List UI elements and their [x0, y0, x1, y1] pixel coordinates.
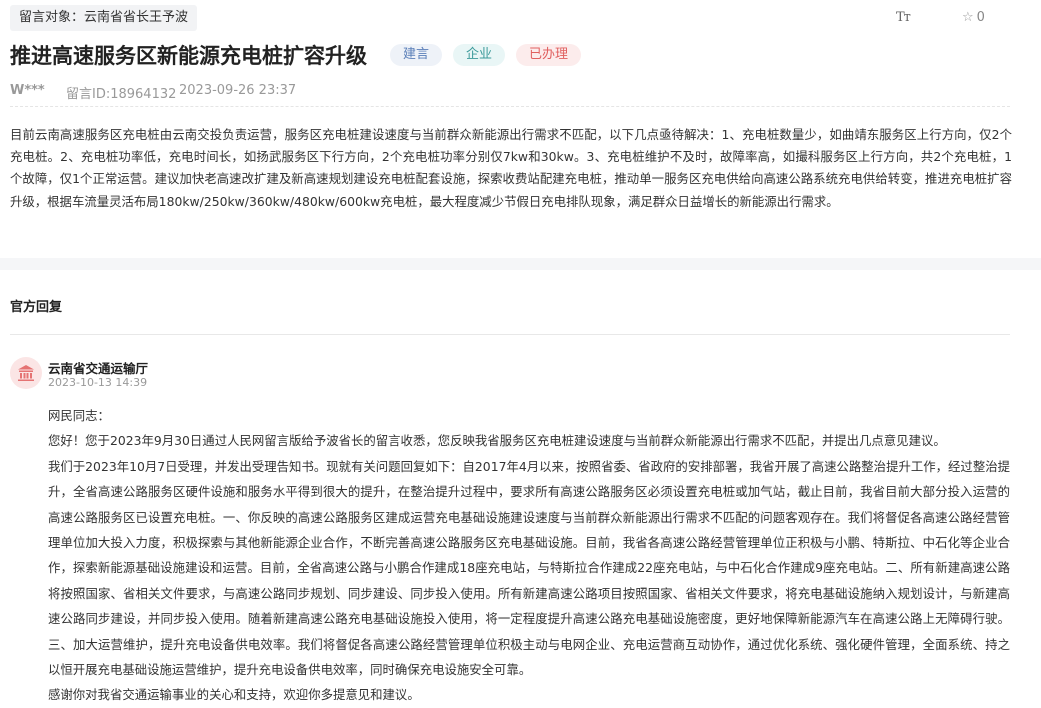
message-id: 留言ID:18964132: [66, 87, 177, 102]
status-badge: 已办理: [516, 44, 582, 66]
font-size-icon[interactable]: Tт: [896, 10, 911, 25]
message-author: W***: [10, 83, 45, 98]
message-card: 留言对象：云南省省长王予波 Tт ☆ 0 推进高速服务区新能源充电桩扩容升级 建言…: [0, 0, 1036, 258]
reply-greeting: 网民同志：: [48, 408, 110, 423]
reply-paragraph: 您好！您于2023年9月30日通过人民网留言版给予波省长的留言收悉，您反映我省服…: [48, 433, 946, 449]
reply-time: 2023-10-13 14:39: [48, 376, 148, 389]
tag-suggestion[interactable]: 建言: [390, 44, 443, 66]
official-reply-section: 官方回复 云南省交通运输厅 2023-10-13 14:39 网民同志： 您好！…: [0, 270, 1036, 707]
message-target-tag[interactable]: 留言对象：云南省省长王予波: [10, 5, 198, 31]
reply-body: 网民同志： 您好！您于2023年9月30日通过人民网留言版给予波省长的留言收悉，…: [48, 403, 1010, 708]
message-title: 推进高速服务区新能源充电桩扩容升级: [10, 44, 367, 68]
star-icon: ☆: [962, 10, 974, 25]
reply-paragraph: 我们于2023年10月7日受理，并发出受理告知书。现就有关问题回复如下：自201…: [48, 458, 1010, 678]
favorite-button[interactable]: ☆ 0: [962, 10, 985, 25]
divider: [10, 334, 1010, 335]
reply-department: 云南省交通运输厅: [48, 361, 149, 376]
section-gap: [0, 258, 1041, 270]
favorite-count: 0: [976, 10, 985, 25]
message-time: 2023-09-26 23:37: [179, 83, 297, 98]
reply-section-title: 官方回复: [10, 300, 63, 315]
government-building-icon: [10, 357, 42, 389]
reply-closing: 感谢你对我省交通运输事业的关心和支持，欢迎你多提意见和建议。: [48, 687, 420, 703]
divider: [10, 106, 1010, 107]
tag-enterprise[interactable]: 企业: [453, 44, 506, 66]
message-content: 目前云南高速服务区充电桩由云南交投负责运营，服务区充电桩建设速度与当前群众新能源…: [10, 127, 1012, 209]
